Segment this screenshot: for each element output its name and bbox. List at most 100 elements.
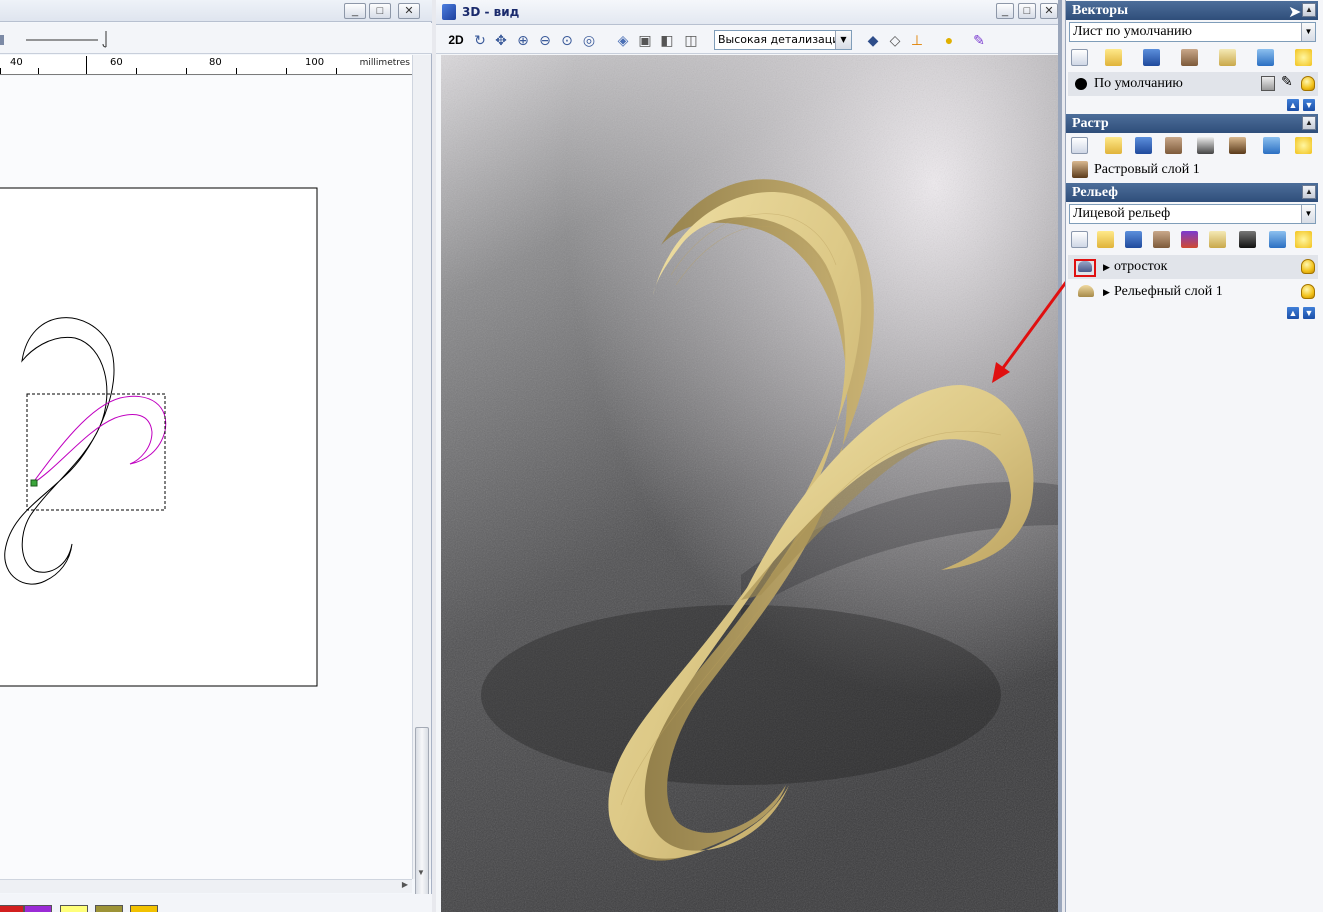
palette-swatch[interactable] [0,905,24,912]
horizontal-scrollbar[interactable]: ▶ [0,879,412,893]
save-icon[interactable] [1143,49,1160,66]
light-bulb-icon[interactable] [1301,259,1315,274]
zoom-fit-icon[interactable]: ◎ [580,31,598,49]
selection-node-handle[interactable] [30,479,38,487]
vector-sheet-select[interactable]: Лист по умолчанию ▼ [1069,22,1316,42]
window-3d-titlebar: 3D - вид _ □ ✕ [436,0,1062,25]
view-2d-button[interactable]: 2D [445,31,467,49]
scroll-right-icon[interactable]: ▶ [402,880,408,889]
grid-icon[interactable]: ◇ [886,31,904,49]
merge-layers-icon[interactable] [1181,231,1198,248]
raster-layer-1[interactable]: Растровый слой 1 [1068,158,1318,182]
relief-type-select[interactable]: Лицевой рельеф ▼ [1069,204,1316,224]
zoom-out-icon[interactable]: ⊖ [536,31,554,49]
duplicate-icon[interactable] [1153,231,1170,248]
ruler-tick [336,68,337,74]
relief-layer-icon[interactable] [1078,261,1092,272]
shade-icon[interactable]: ◆ [864,31,882,49]
minimize-button[interactable]: _ [344,3,366,19]
maximize-button[interactable]: □ [369,3,391,19]
light-bulb-icon[interactable] [1301,76,1315,91]
raster-toolbar [1069,135,1316,157]
expand-arrow-icon[interactable]: ▶ [1103,280,1110,304]
window-divider[interactable] [1058,0,1062,912]
material-icon[interactable]: ✎ [970,31,988,49]
properties-icon[interactable] [1209,231,1226,248]
top-view-icon[interactable]: ◫ [682,31,700,49]
vector-layer-default[interactable]: По умолчанию ✎ [1068,72,1318,96]
bitmap-icon[interactable] [1239,231,1256,248]
new-layer-icon[interactable] [1071,49,1088,66]
ruler-tick [86,56,87,74]
palette-swatch[interactable] [60,905,88,912]
line-style-slider[interactable] [0,23,140,53]
close-button[interactable]: ✕ [1040,3,1058,19]
relief-layer-otrostok[interactable]: ▶ отросток [1068,255,1318,279]
side-view-icon[interactable]: ◧ [658,31,676,49]
palette-swatch[interactable] [24,905,52,912]
relief-section-header[interactable]: Рельеф ▲ [1066,183,1318,202]
move-down-icon[interactable]: ▼ [1303,307,1315,319]
move-down-icon[interactable]: ▼ [1303,99,1315,111]
collapse-icon[interactable]: ▲ [1302,185,1316,199]
ruler-label: 60 [110,57,123,68]
rotate-icon[interactable]: ↻ [471,31,489,49]
visibility-bulbs-icon[interactable] [1295,137,1312,154]
save-icon[interactable] [1135,137,1152,154]
vector-2d-window: _ □ ✕ 40 60 80 100 millimetres ▼ ▶ [0,0,432,912]
pen-icon[interactable]: ✎ [1281,75,1293,91]
new-layer-icon[interactable] [1071,231,1088,248]
duplicate-icon[interactable] [1181,49,1198,66]
light-bulb-icon[interactable]: ● [940,31,958,49]
delete-layer-icon[interactable] [1257,49,1274,66]
lock-icon[interactable] [1261,76,1275,91]
scroll-down-icon[interactable]: ▼ [417,868,425,877]
axes-icon[interactable]: ⊥ [908,31,926,49]
duplicate-icon[interactable] [1165,137,1182,154]
delete-layer-icon[interactable] [1263,137,1280,154]
palette-swatch[interactable] [95,905,123,912]
maximize-button[interactable]: □ [1018,3,1036,19]
properties-icon[interactable] [1219,49,1236,66]
save-icon[interactable] [1125,231,1142,248]
vectors-section-header[interactable]: Векторы ▲ [1066,1,1318,20]
raster-section-header[interactable]: Растр ▲ [1066,114,1318,133]
drawing-canvas[interactable] [0,76,412,879]
scrollbar-thumb[interactable] [415,727,429,912]
light-bulb-icon[interactable] [1301,284,1315,299]
open-folder-icon[interactable] [1105,49,1122,66]
front-view-icon[interactable]: ▣ [636,31,654,49]
palette-swatch[interactable] [130,905,158,912]
ruler-label: 80 [209,57,222,68]
grayscale-icon[interactable] [1197,137,1214,154]
3d-viewport[interactable] [441,55,1058,912]
vertical-scrollbar[interactable]: ▼ [412,55,431,912]
collapse-icon[interactable]: ▲ [1302,116,1316,130]
relief-layer-icon[interactable] [1078,285,1094,297]
vectors-header-label: Векторы [1072,3,1129,18]
visibility-bulbs-icon[interactable] [1295,231,1312,248]
delete-layer-icon[interactable] [1269,231,1286,248]
ruler-label: 100 [305,57,325,68]
layers-panel: Векторы ▲ ➤ Лист по умолчанию ▼ По умолч… [1065,0,1323,912]
iso-view-icon[interactable]: ◈ [614,31,632,49]
move-up-icon[interactable]: ▲ [1287,307,1299,319]
new-layer-icon[interactable] [1071,137,1088,154]
image-icon[interactable] [1229,137,1246,154]
minimize-button[interactable]: _ [996,3,1014,19]
expand-arrow-icon[interactable]: ▶ [1103,255,1110,279]
open-folder-icon[interactable] [1105,137,1122,154]
relief-layer-1[interactable]: ▶ Рельефный слой 1 [1068,280,1318,304]
pan-icon[interactable]: ✥ [492,31,510,49]
detail-level-select[interactable]: Высокая детализация ▼ [714,30,852,50]
move-up-icon[interactable]: ▲ [1287,99,1299,111]
relief-type-value: Лицевой рельеф [1073,206,1171,221]
zoom-in-icon[interactable]: ⊕ [514,31,532,49]
zoom-box-icon[interactable]: ⊙ [558,31,576,49]
collapse-icon[interactable]: ▲ [1302,3,1316,17]
material-sheet [0,187,318,687]
vector-sheet-value: Лист по умолчанию [1073,24,1192,39]
open-folder-icon[interactable] [1097,231,1114,248]
visibility-bulbs-icon[interactable] [1295,49,1312,66]
close-button[interactable]: ✕ [398,3,420,19]
